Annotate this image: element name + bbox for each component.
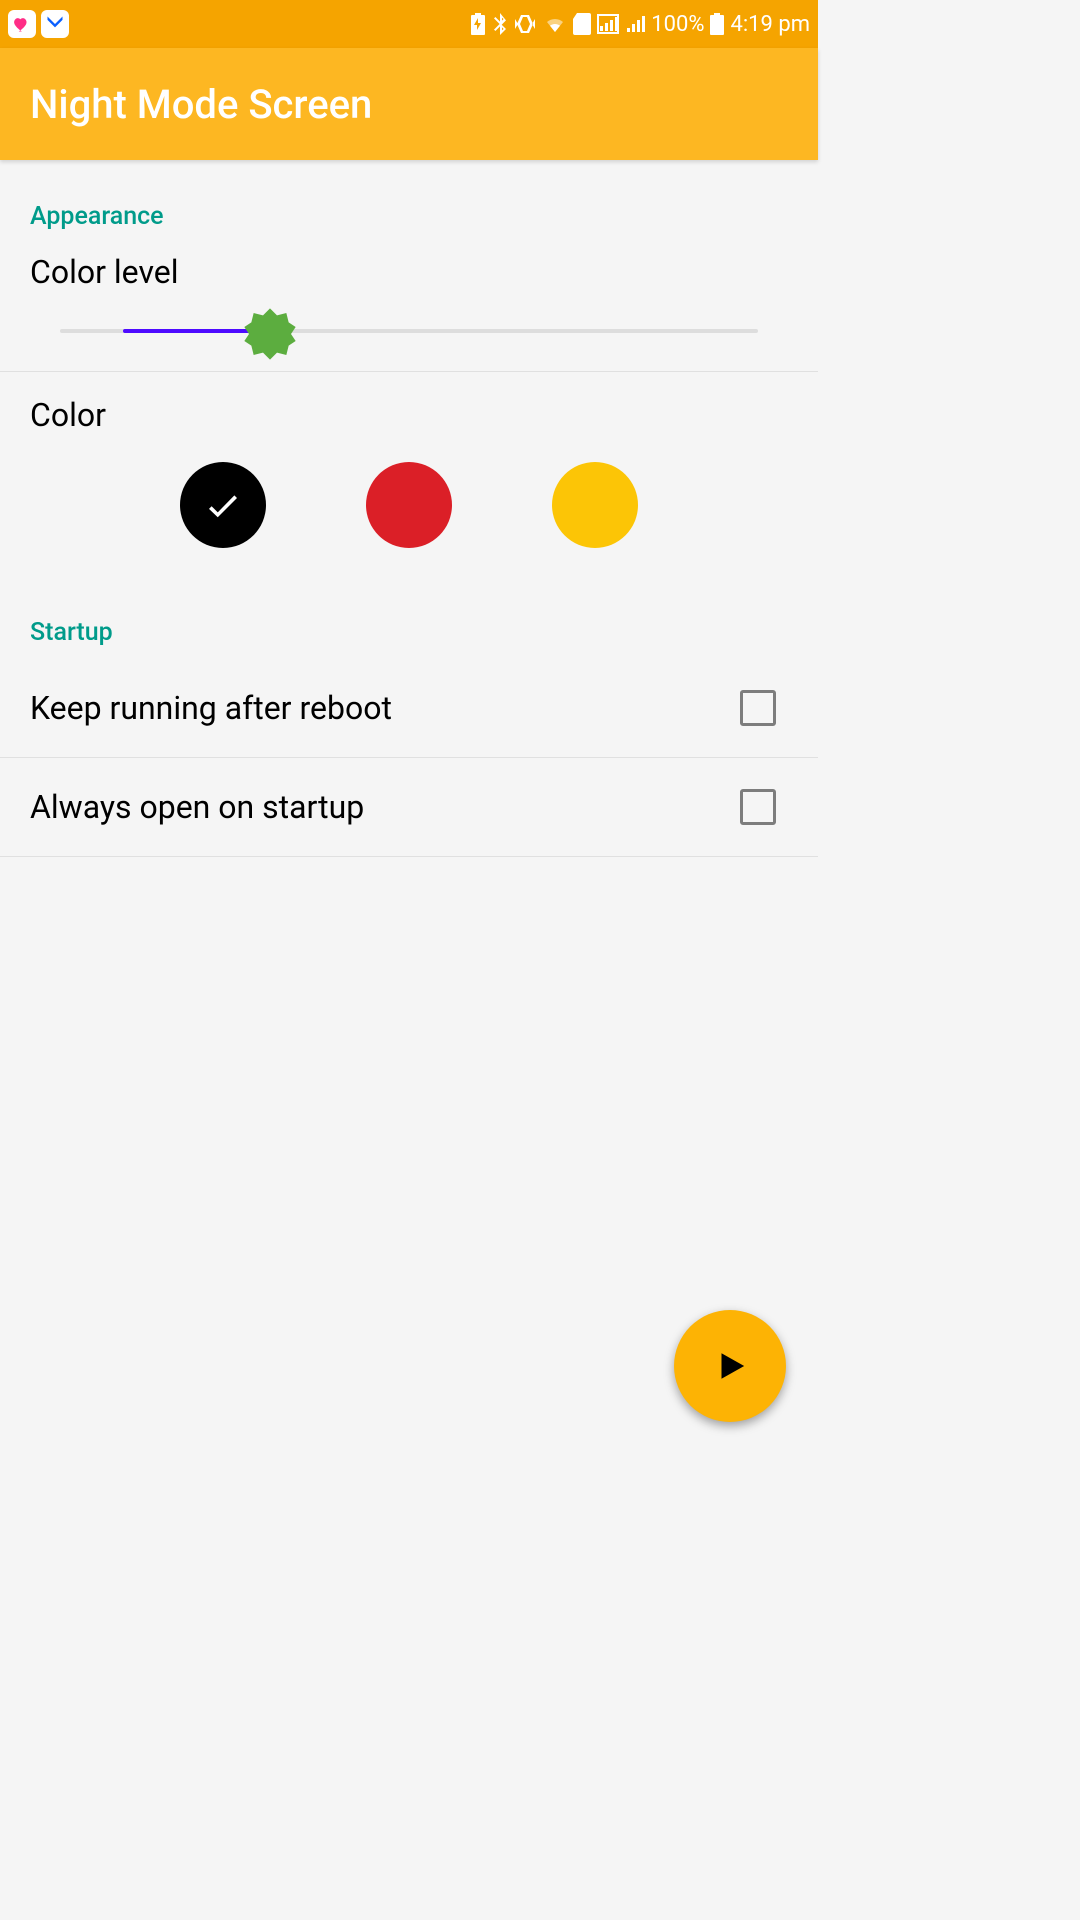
vibrate-icon [513, 13, 537, 35]
sdcard-icon [573, 13, 591, 35]
battery-text: 100% [651, 12, 704, 37]
keep-running-label: Keep running after reboot [30, 689, 392, 727]
play-icon [713, 1346, 747, 1386]
signal-icon-2 [625, 14, 645, 34]
wifi-icon [543, 14, 567, 34]
check-icon [202, 484, 244, 526]
color-level-slider[interactable] [0, 297, 818, 372]
keep-running-checkbox[interactable] [740, 690, 776, 726]
color-swatch-yellow[interactable] [552, 462, 638, 548]
color-swatch-black[interactable] [180, 462, 266, 548]
color-swatch-row [0, 442, 818, 608]
color-level-label: Color level [0, 243, 818, 297]
always-open-checkbox[interactable] [740, 789, 776, 825]
notification-app-icon-2 [41, 10, 69, 38]
battery-saver-icon [469, 13, 487, 35]
always-open-label: Always open on startup [30, 788, 364, 826]
section-header-startup: Startup [0, 608, 818, 659]
status-left [8, 10, 69, 38]
moon-icon[interactable] [242, 306, 298, 362]
battery-icon [710, 13, 724, 35]
clock-text: 4:19 pm [730, 12, 810, 37]
fab-play-button[interactable] [674, 1310, 786, 1422]
app-title: Night Mode Screen [30, 81, 372, 128]
status-right: 100% 4:19 pm [469, 12, 810, 37]
section-header-appearance: Appearance [0, 160, 818, 243]
color-label: Color [0, 372, 818, 442]
always-open-row[interactable]: Always open on startup [0, 758, 818, 857]
signal-icon-1 [597, 14, 619, 34]
color-swatch-red[interactable] [366, 462, 452, 548]
app-bar: Night Mode Screen [0, 48, 818, 160]
notification-app-icon-1 [8, 10, 36, 38]
status-bar: 100% 4:19 pm [0, 0, 818, 48]
keep-running-row[interactable]: Keep running after reboot [0, 659, 818, 758]
bluetooth-icon [493, 13, 507, 35]
